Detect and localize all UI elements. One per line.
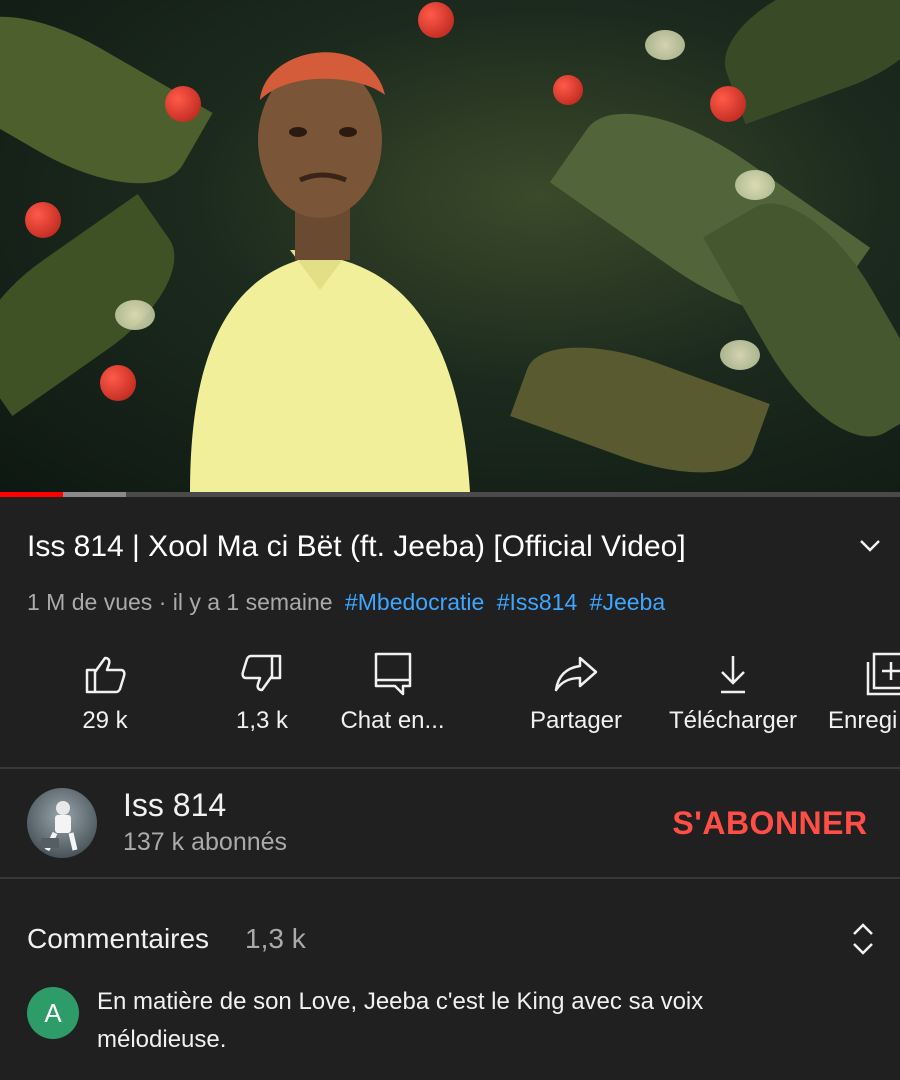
video-flower (115, 300, 155, 330)
live-chat-label: Chat en... (340, 707, 445, 734)
channel-avatar[interactable] (27, 788, 97, 858)
video-meta: 1 M de vues · il y a 1 semaine #Mbedocra… (27, 587, 665, 617)
meta-separator: · (158, 589, 167, 615)
expand-comments-icon[interactable] (846, 920, 880, 958)
comments-count: 1,3 k (245, 923, 306, 954)
video-player[interactable] (0, 0, 900, 492)
video-title[interactable]: Iss 814 | Xool Ma ci Bët (ft. Jeeba) [Of… (27, 527, 827, 567)
subscribe-button[interactable]: S'ABONNER (660, 800, 880, 846)
download-icon (721, 656, 745, 694)
share-label: Partager (529, 707, 623, 734)
like-count: 29 k (82, 707, 128, 734)
video-person-silhouette (190, 52, 470, 492)
share-icon (554, 656, 598, 692)
like-button[interactable]: 29 k (50, 640, 160, 750)
chat-icon (374, 652, 411, 696)
video-berry (710, 86, 746, 122)
action-row: 29 k 1,3 k Chat en... Partager Télécharg… (0, 640, 900, 750)
avatar-person-icon (41, 801, 78, 852)
save-icon (866, 652, 900, 696)
upload-age: il y a 1 semaine (172, 589, 333, 615)
save-label: Enregi (828, 707, 898, 734)
video-berry (100, 365, 136, 401)
video-flower (645, 30, 685, 60)
hashtag-link[interactable]: #Iss814 (497, 589, 578, 615)
divider (0, 767, 900, 769)
comment-text[interactable]: En matière de son Love, Jeeba c'est le K… (97, 983, 797, 1059)
live-chat-button[interactable]: Chat en... (330, 640, 455, 750)
comments-header[interactable]: Commentaires (27, 920, 209, 958)
divider (0, 877, 900, 879)
channel-name[interactable]: Iss 814 (123, 786, 226, 824)
chevron-down-icon[interactable] (855, 530, 885, 560)
channel-row[interactable]: Iss 814 137 k abonnés S'ABONNER (0, 770, 900, 878)
commenter-avatar[interactable]: A (27, 987, 79, 1039)
view-count: 1 M de vues (27, 589, 153, 615)
download-button[interactable]: Télécharger (660, 640, 806, 750)
hashtag-link[interactable]: #Jeeba (590, 589, 665, 615)
progress-played (0, 492, 63, 497)
video-progress-bar[interactable] (0, 492, 900, 497)
save-button[interactable]: Enregi (826, 640, 900, 750)
dislike-count: 1,3 k (235, 707, 289, 734)
dislike-button[interactable]: 1,3 k (207, 640, 317, 750)
thumbs-down-icon (241, 654, 282, 692)
hashtag-link[interactable]: #Mbedocratie (345, 589, 484, 615)
video-berry (25, 202, 61, 238)
subscriber-count: 137 k abonnés (123, 828, 288, 856)
video-flower (735, 170, 775, 200)
download-label: Télécharger (668, 707, 798, 734)
video-berry (553, 75, 583, 105)
share-button[interactable]: Partager (516, 640, 636, 750)
thumbs-up-icon (85, 656, 126, 694)
video-flower (720, 340, 760, 370)
